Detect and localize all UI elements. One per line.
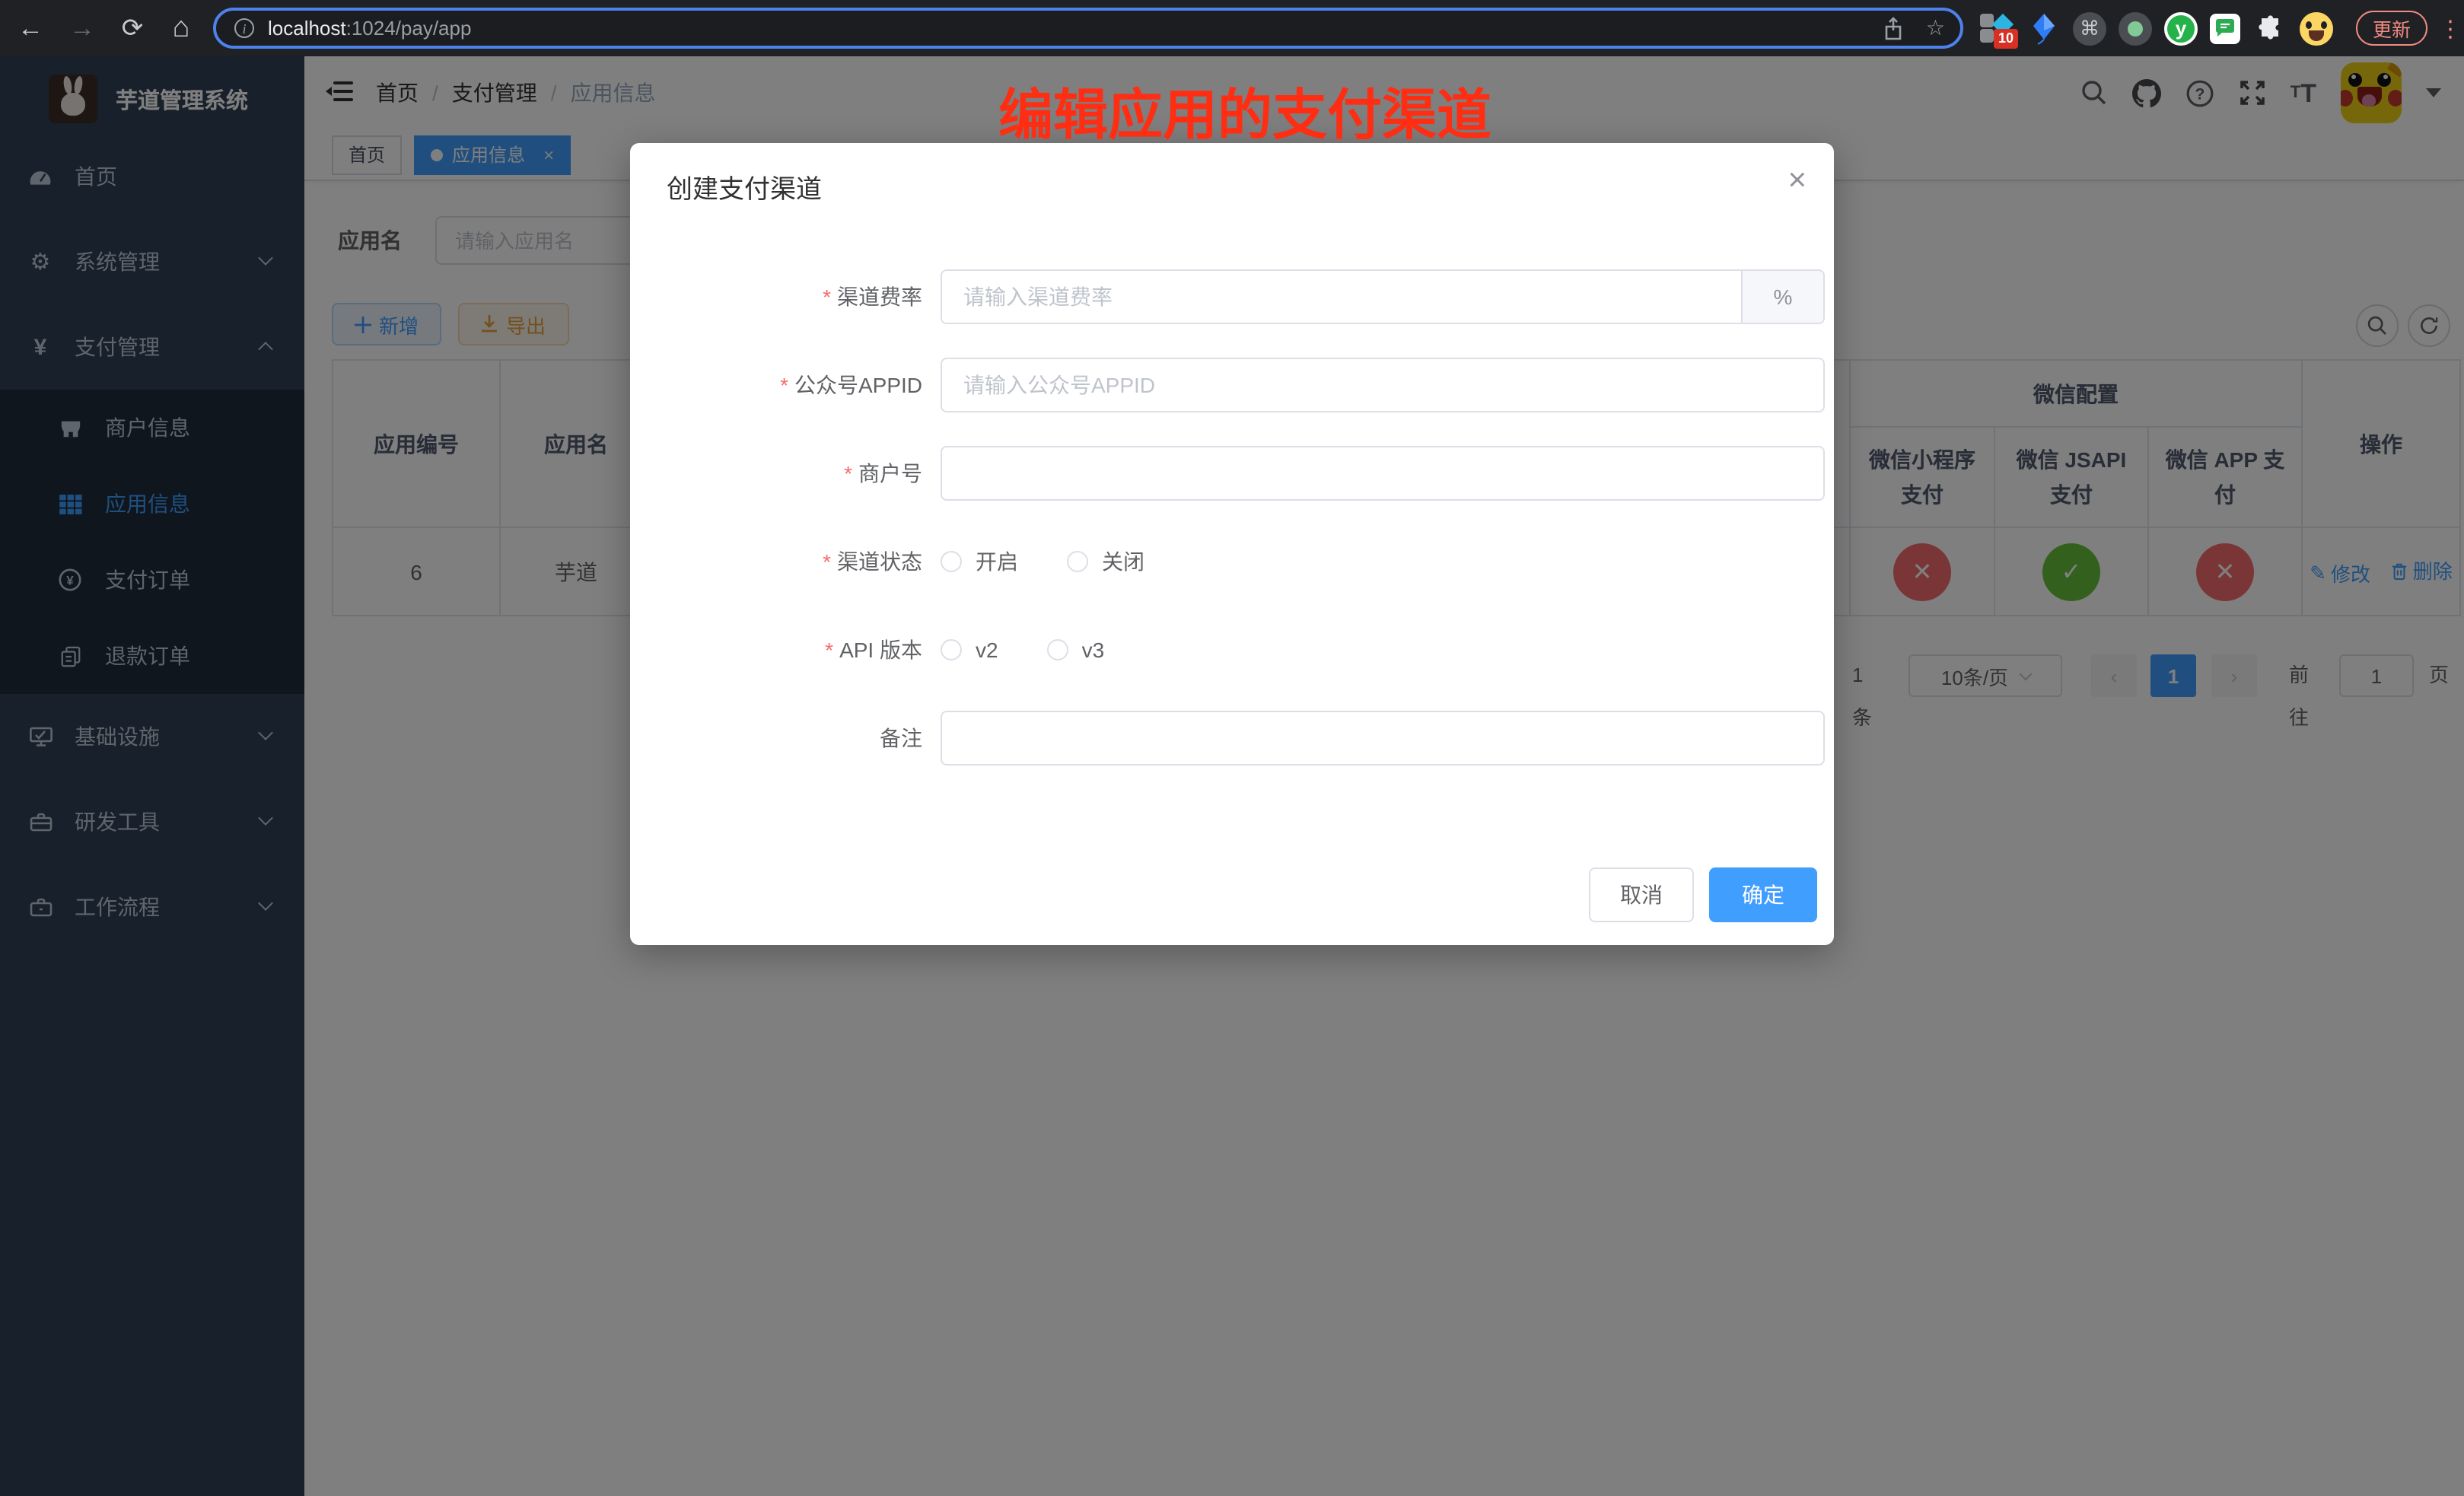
api-radio-v2[interactable]: v2 [941,638,998,662]
extension-badge: 10 [1994,29,2018,49]
dialog-close-icon[interactable]: × [1788,164,1807,196]
create-payment-channel-dialog: 创建支付渠道 × *渠道费率 % *公众号APPID *商户号 *渠道状态 [630,143,1834,945]
browser-menu-icon[interactable]: ⋮ [2438,0,2462,56]
browser-toolbar: ← → ⟳ ⌂ i localhost:1024/pay/app ☆ 10 ⌘ [0,0,2464,56]
remark-input[interactable] [941,711,1825,766]
radio-circle-icon [941,639,962,660]
url-text[interactable]: localhost:1024/pay/app [268,17,471,40]
remark-label: 备注 [630,711,922,766]
url-bar[interactable]: i localhost:1024/pay/app ☆ [213,8,1963,49]
share-icon[interactable] [1883,16,1905,40]
status-radio-open[interactable]: 开启 [941,546,1018,577]
radio-circle-icon [1047,639,1068,660]
status-label: *渠道状态 [630,534,922,589]
annotation-title: 编辑应用的支付渠道 [998,72,1491,151]
api-version-label: *API 版本 [630,622,922,677]
bookmark-star-icon[interactable]: ☆ [1926,15,1945,41]
browser-forward-icon[interactable]: → [61,0,103,56]
browser-home-icon[interactable]: ⌂ [160,0,202,56]
cancel-button[interactable]: 取消 [1589,867,1694,922]
merchant-label: *商户号 [630,446,922,501]
extension-kite-icon[interactable] [2026,11,2061,46]
status-radio-closed[interactable]: 关闭 [1067,546,1144,577]
rate-input-group: % [941,269,1825,324]
radio-circle-icon [941,551,962,572]
api-radio-v3[interactable]: v3 [1047,638,1105,662]
appid-input[interactable] [941,358,1825,412]
appid-label: *公众号APPID [630,358,922,412]
extension-icons: 10 ⌘ y [1979,0,2333,56]
screen: ← → ⟳ ⌂ i localhost:1024/pay/app ☆ 10 ⌘ [0,0,2464,1496]
extension-y-icon[interactable]: y [2164,11,2198,45]
radio-circle-icon [1067,551,1088,572]
site-info-icon[interactable]: i [234,18,254,38]
browser-reload-icon[interactable]: ⟳ [111,0,154,56]
app-region: 芋道管理系统 首页 ⚙ 系统管理 ¥ 支付管理 [0,56,2464,1496]
profile-avatar-icon[interactable] [2300,11,2333,45]
rate-label: *渠道费率 [630,269,922,324]
merchant-input[interactable] [941,446,1825,501]
dialog-title: 创建支付渠道 [667,167,822,205]
dialog-footer: 取消 确定 [630,867,1834,922]
extension-green-dot-icon[interactable] [2119,11,2152,45]
confirm-button[interactable]: 确定 [1709,867,1817,922]
rate-suffix: % [1741,271,1823,323]
browser-back-icon[interactable]: ← [9,0,52,56]
extension-command-icon[interactable]: ⌘ [2073,11,2106,45]
browser-update-button[interactable]: 更新 [2356,11,2427,46]
extension-chat-icon[interactable] [2210,13,2240,43]
extensions-puzzle-icon[interactable] [2252,11,2287,46]
rate-input[interactable] [942,271,1741,323]
extension-blue-diamond-icon[interactable]: 10 [1979,11,2014,46]
